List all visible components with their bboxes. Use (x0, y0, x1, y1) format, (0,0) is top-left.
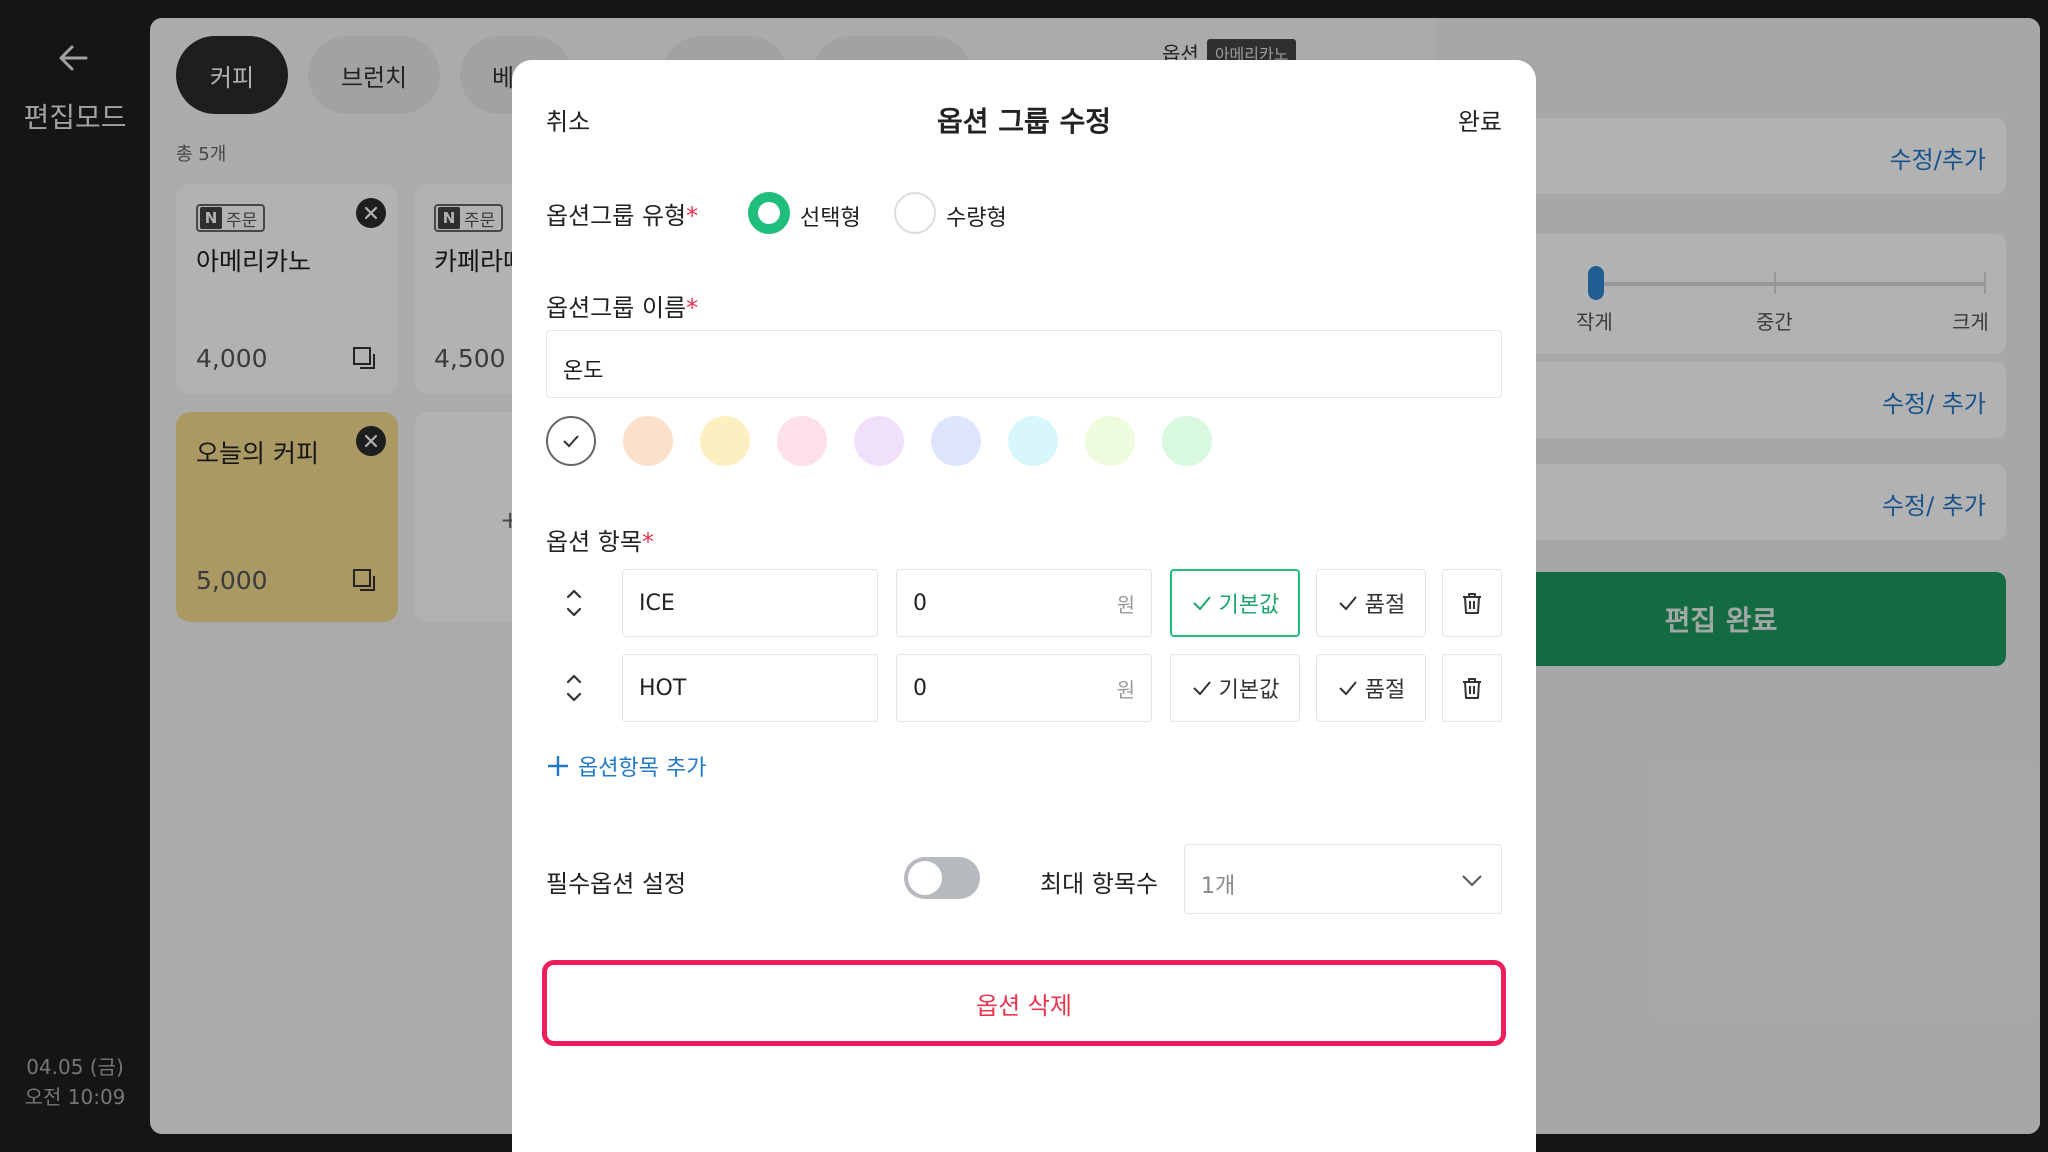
default-label: 기본값 (1218, 593, 1280, 618)
color-swatch-green[interactable] (1162, 416, 1212, 466)
delete-item-button[interactable] (1442, 654, 1502, 722)
max-items-value: 1개 (1201, 874, 1236, 899)
delete-option-button[interactable]: 옵션 삭제 (542, 960, 1506, 1046)
switch-knob (908, 861, 942, 895)
currency-unit: 원 (1116, 592, 1135, 617)
default-label: 기본값 (1218, 678, 1280, 703)
option-name-input[interactable]: HOT (622, 654, 878, 722)
soldout-toggle[interactable]: 품절 (1316, 654, 1426, 722)
color-swatch-selected[interactable] (546, 416, 596, 466)
plus-icon (548, 756, 568, 776)
edit-option-group-modal: 취소 옵션 그룹 수정 완료 옵션그룹 유형* 선택형 수량형 옵션그룹 이름*… (512, 60, 1536, 1152)
add-option-item-button[interactable]: 옵션항목 추가 (546, 750, 706, 782)
group-name-input[interactable]: 온도 (546, 330, 1502, 398)
trash-icon (1463, 678, 1481, 699)
check-icon (1192, 681, 1211, 696)
option-name-input[interactable]: ICE (622, 569, 878, 637)
currency-unit: 원 (1116, 677, 1135, 702)
radio-quantity-type[interactable] (894, 192, 936, 234)
max-items-select[interactable]: 1개 (1184, 844, 1502, 914)
chevron-down-icon (1462, 875, 1482, 887)
soldout-toggle[interactable]: 품절 (1316, 569, 1426, 637)
required-option-label: 필수옵션 설정 (546, 870, 687, 898)
trash-icon (1463, 593, 1481, 614)
group-name-label-text: 옵션그룹 이름 (546, 294, 687, 322)
color-swatch-lavender[interactable] (854, 416, 904, 466)
required-mark: * (686, 202, 699, 230)
default-toggle[interactable]: 기본값 (1170, 654, 1300, 722)
color-swatch-yellow[interactable] (700, 416, 750, 466)
radio-select-type[interactable] (748, 192, 790, 234)
soldout-label: 품절 (1364, 678, 1406, 703)
max-items-label: 최대 항목수 (1040, 870, 1159, 898)
delete-item-button[interactable] (1442, 569, 1502, 637)
check-icon (1339, 596, 1357, 611)
radio-select-type-label: 선택형 (800, 206, 861, 231)
color-swatch-lime[interactable] (1085, 416, 1135, 466)
group-type-label-text: 옵션그룹 유형 (546, 202, 687, 230)
group-name-label: 옵션그룹 이름* (546, 288, 698, 323)
required-mark: * (686, 294, 699, 322)
check-icon (1339, 681, 1357, 696)
required-mark: * (641, 528, 654, 556)
reorder-handle-icon[interactable] (562, 668, 586, 708)
option-items-label: 옵션 항목* (546, 522, 654, 557)
required-option-switch[interactable] (904, 857, 980, 899)
done-button[interactable]: 완료 (1458, 102, 1502, 137)
color-swatch-cyan[interactable] (1008, 416, 1058, 466)
color-swatch-blue[interactable] (931, 416, 981, 466)
option-price-input[interactable]: 0 원 (896, 654, 1152, 722)
reorder-handle-icon[interactable] (562, 583, 586, 623)
option-price-value: 0 (913, 590, 927, 616)
check-icon (563, 435, 579, 448)
radio-quantity-type-label: 수량형 (946, 206, 1007, 231)
soldout-label: 품절 (1364, 593, 1406, 618)
color-swatch-pink[interactable] (777, 416, 827, 466)
option-price-input[interactable]: 0 원 (896, 569, 1152, 637)
color-swatch-peach[interactable] (623, 416, 673, 466)
option-price-value: 0 (913, 675, 927, 701)
group-type-label: 옵션그룹 유형* (546, 196, 698, 231)
option-items-label-text: 옵션 항목 (546, 528, 642, 556)
default-toggle[interactable]: 기본값 (1170, 569, 1300, 637)
modal-title: 옵션 그룹 수정 (936, 105, 1112, 138)
check-icon (1192, 596, 1211, 611)
add-option-item-label: 옵션항목 추가 (578, 756, 707, 781)
